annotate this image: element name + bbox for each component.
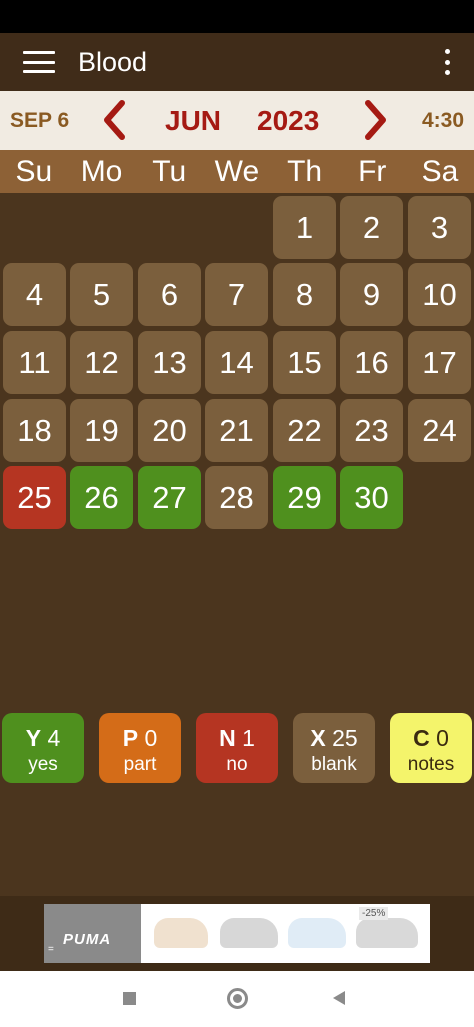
calendar-day[interactable]: 20 [138,399,201,462]
calendar-day[interactable]: 3 [408,196,471,259]
summary-count: 25 [332,725,358,751]
calendar-day[interactable]: 26 [70,466,133,529]
summary-letter: P [122,725,139,751]
summary-count: 1 [242,725,255,751]
summary-notes-button[interactable]: C 0 notes [390,713,472,783]
calendar-day[interactable]: 15 [273,331,336,394]
weekday-label: Mo [80,155,123,188]
ad-choices-icon: = [48,944,54,955]
calendar-day[interactable]: 7 [205,263,268,326]
summary-count: 0 [436,725,449,751]
calendar-day[interactable]: 27 [138,466,201,529]
calendar-day[interactable]: 29 [273,466,336,529]
calendar-day[interactable]: 1 [273,196,336,259]
summary-letter: N [219,725,236,751]
hamburger-menu-icon[interactable] [23,51,55,73]
calendar-day[interactable]: 4 [3,263,66,326]
calendar-day[interactable]: 13 [138,331,201,394]
month-label[interactable]: JUN [165,105,221,137]
discount-badge: -25% [359,907,389,920]
shoe-image [288,918,346,948]
chevron-left-icon[interactable] [98,98,132,142]
summary-label: no [226,754,248,775]
calendar-day[interactable]: 16 [340,331,403,394]
calendar-day[interactable]: 5 [70,263,133,326]
weekday-header: Su Mo Tu We Th Fr Sa [0,150,474,193]
calendar-day[interactable]: 8 [273,263,336,326]
brand-logo: PUMA = [44,904,141,963]
calendar-day[interactable]: 6 [138,263,201,326]
summary-row: Y 4 yes P 0 part N 1 no X 25 blank C 0 n… [0,713,474,783]
summary-letter: X [310,725,326,751]
calendar-day[interactable]: 19 [70,399,133,462]
summary-count: 0 [144,725,158,751]
more-vertical-icon[interactable] [444,49,450,75]
calendar-day[interactable]: 10 [408,263,471,326]
ad-banner[interactable]: PUMA = -25% [44,904,430,963]
summary-yes-button[interactable]: Y 4 yes [2,713,84,783]
summary-label: notes [407,754,455,775]
calendar-day[interactable]: 24 [408,399,471,462]
calendar-day[interactable]: 28 [205,466,268,529]
month-navigation-bar: SEP 6 JUN 2023 4:30 [0,91,474,150]
back-icon[interactable] [333,991,345,1005]
shoe-image [220,918,278,948]
summary-label: yes [28,754,58,775]
status-bar [0,0,474,33]
calendar-day[interactable]: 18 [3,399,66,462]
clock-time: 4:30 [421,109,464,132]
calendar-day[interactable]: 17 [408,331,471,394]
weekday-label: Sa [421,155,459,188]
today-date[interactable]: SEP 6 [10,109,69,133]
calendar-day[interactable]: 21 [205,399,268,462]
home-icon[interactable] [227,988,248,1009]
summary-blank-button[interactable]: X 25 blank [293,713,375,783]
calendar-day[interactable]: 11 [3,331,66,394]
app-title: Blood [78,46,148,77]
weekday-label: Th [287,155,323,188]
weekday-label: Su [15,155,53,188]
weekday-label: We [214,155,260,188]
recents-icon[interactable] [123,992,136,1005]
calendar-day[interactable]: 30 [340,466,403,529]
ad-strip: PUMA = -25% [0,896,474,971]
year-label[interactable]: 2023 [257,105,319,137]
summary-letter: C [413,725,430,751]
weekday-label: Tu [152,155,187,188]
system-navigation-bar [0,971,474,1027]
summary-label: part [123,754,157,775]
calendar-day[interactable]: 9 [340,263,403,326]
shoe-image [356,918,418,948]
calendar-day[interactable]: 12 [70,331,133,394]
summary-letter: Y [25,725,42,751]
summary-part-button[interactable]: P 0 part [99,713,181,783]
summary-count: 4 [47,725,61,751]
calendar-day[interactable]: 23 [340,399,403,462]
summary-no-button[interactable]: N 1 no [196,713,278,783]
app-bar: Blood [0,33,474,91]
calendar-day[interactable]: 22 [273,399,336,462]
brand-name: PUMA [63,931,112,948]
calendar-day[interactable]: 25 [3,466,66,529]
chevron-right-icon[interactable] [358,98,392,142]
shoe-image [154,918,208,948]
summary-label: blank [311,754,357,775]
calendar-day[interactable]: 2 [340,196,403,259]
weekday-label: Fr [358,155,387,188]
calendar-day[interactable]: 14 [205,331,268,394]
